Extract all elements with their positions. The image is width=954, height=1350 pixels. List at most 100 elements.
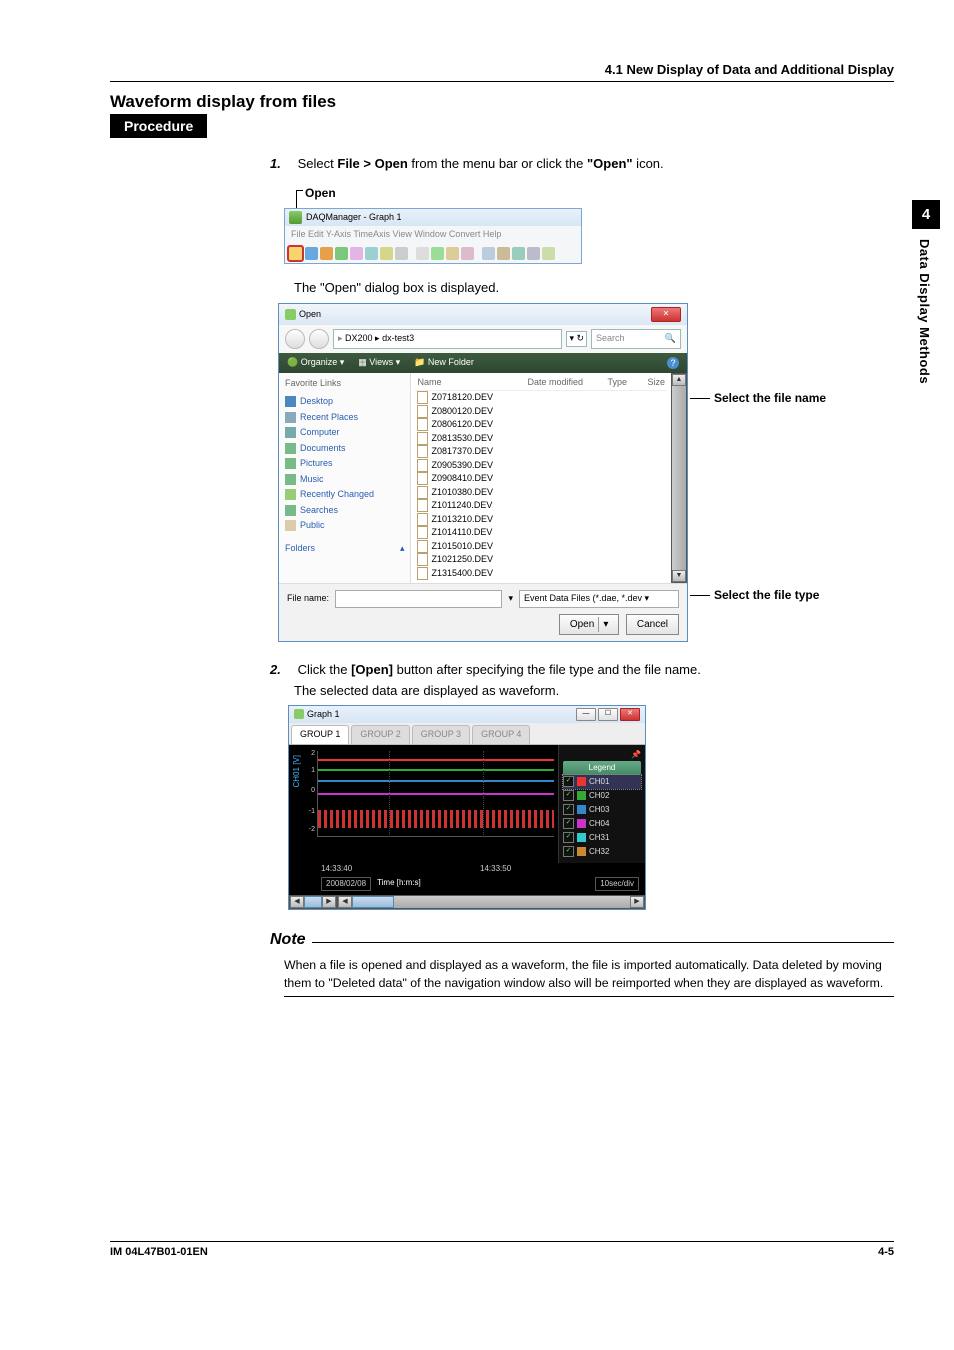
legend-item[interactable]: ✓CH04 — [563, 817, 641, 831]
file-item[interactable]: Z1015010.DEV — [415, 540, 667, 554]
legend-item[interactable]: ✓CH31 — [563, 831, 641, 845]
sidebar-item-pictures[interactable]: Pictures — [285, 456, 404, 472]
nav-fwd-icon[interactable] — [309, 329, 329, 349]
callout-select-filetype: Select the file type — [714, 586, 819, 604]
file-item[interactable]: Z0718120.DEV — [415, 391, 667, 405]
path-bar[interactable]: ▸ DX200 ▸ dx-test3 — [333, 329, 562, 349]
help-icon[interactable]: ? — [667, 357, 679, 369]
legend-item[interactable]: ✓CH32 — [563, 845, 641, 859]
file-item[interactable]: Z0806120.DEV — [415, 418, 667, 432]
sidebar-item-computer[interactable]: Computer — [285, 425, 404, 441]
checkbox-icon[interactable]: ✓ — [563, 818, 574, 829]
scrollbar-left[interactable]: ◀▶ — [289, 895, 337, 909]
views-menu[interactable]: ▦ Views ▾ — [358, 356, 400, 370]
scrollbar-main[interactable]: ◀▶ — [337, 895, 645, 909]
maximize-icon[interactable]: ☐ — [598, 708, 618, 721]
tab-group1[interactable]: GROUP 1 — [291, 725, 349, 744]
color-swatch — [577, 819, 586, 828]
file-list: Name Date modified Type Size Z0718120.DE… — [411, 373, 671, 583]
tab-group3[interactable]: GROUP 3 — [412, 725, 470, 744]
file-item[interactable]: Z1010380.DEV — [415, 486, 667, 500]
close-icon[interactable]: ✕ — [651, 307, 681, 322]
filename-input[interactable] — [335, 590, 502, 608]
callout-select-filename: Select the file name — [714, 389, 826, 407]
file-item[interactable]: Z1021250.DEV — [415, 553, 667, 567]
sidebar-item-recent[interactable]: Recent Places — [285, 410, 404, 426]
column-headers[interactable]: Name Date modified Type Size — [415, 375, 667, 392]
sidebar-item-public[interactable]: Public — [285, 518, 404, 534]
toolbar-icon[interactable] — [335, 247, 348, 260]
toolbar-icon[interactable] — [527, 247, 540, 260]
legend-pin-icon[interactable]: 📌 — [563, 749, 641, 761]
sidebar-item-music[interactable]: Music — [285, 472, 404, 488]
toolbar-icon[interactable] — [395, 247, 408, 260]
toolbar-icon[interactable] — [446, 247, 459, 260]
file-icon — [417, 486, 428, 499]
toolbar-icon[interactable] — [542, 247, 555, 260]
file-item[interactable]: Z1014110.DEV — [415, 526, 667, 540]
tab-group2[interactable]: GROUP 2 — [351, 725, 409, 744]
file-item[interactable]: Z0908410.DEV — [415, 472, 667, 486]
minimize-icon[interactable]: — — [576, 708, 596, 721]
filetype-select[interactable]: Event Data Files (*.dae, *.dev ▾ — [519, 590, 679, 608]
legend-item[interactable]: ✓CH01 — [563, 775, 641, 789]
dialog-title: Open — [299, 308, 321, 322]
toolbar-icon[interactable] — [365, 247, 378, 260]
checkbox-icon[interactable]: ✓ — [563, 832, 574, 843]
file-item[interactable]: Z0800120.DEV — [415, 405, 667, 419]
nav-back-icon[interactable] — [285, 329, 305, 349]
organize-menu[interactable]: 🟢 Organize ▾ — [287, 356, 344, 370]
graph-window: Graph 1 — ☐ ✕ GROUP 1 GROUP 2 GROUP 3 GR… — [288, 705, 646, 910]
file-item[interactable]: Z1011240.DEV — [415, 499, 667, 513]
toolbar-icon[interactable] — [350, 247, 363, 260]
tab-group4[interactable]: GROUP 4 — [472, 725, 530, 744]
open-icon[interactable] — [288, 246, 303, 261]
menu-bar[interactable]: File Edit Y-Axis TimeAxis View Window Co… — [285, 226, 581, 244]
checkbox-icon[interactable]: ✓ — [563, 776, 574, 787]
file-item[interactable]: Z1013210.DEV — [415, 513, 667, 527]
graph-icon — [294, 709, 304, 719]
sidebar-item-desktop[interactable]: Desktop — [285, 394, 404, 410]
legend-item[interactable]: ✓CH03 — [563, 803, 641, 817]
toolbar-icon[interactable] — [320, 247, 333, 260]
app-icon — [289, 211, 302, 224]
toolbar-icon[interactable] — [497, 247, 510, 260]
page-header: 4.1 New Display of Data and Additional D… — [110, 62, 894, 81]
sidebar-item-documents[interactable]: Documents — [285, 441, 404, 457]
color-swatch — [577, 777, 586, 786]
toolbar-icon[interactable] — [461, 247, 474, 260]
time-div-display: 10sec/div — [595, 877, 639, 891]
scrollbar-vertical[interactable]: ▲ ▼ — [671, 373, 687, 583]
file-icon — [417, 432, 428, 445]
new-folder-button[interactable]: 📁 New Folder — [414, 356, 474, 370]
scroll-up-icon[interactable]: ▲ — [672, 374, 686, 386]
toolbar-icon[interactable] — [380, 247, 393, 260]
sidebar-item-recently-changed[interactable]: Recently Changed — [285, 487, 404, 503]
cut-icon[interactable] — [416, 247, 429, 260]
refresh-icon[interactable] — [431, 247, 444, 260]
graph-title: Graph 1 — [307, 708, 340, 722]
open-callout-label: Open — [305, 184, 336, 202]
toolbar-icon[interactable] — [482, 247, 495, 260]
cancel-button[interactable]: Cancel — [626, 614, 679, 635]
scroll-down-icon[interactable]: ▼ — [672, 570, 686, 582]
checkbox-icon[interactable]: ✓ — [563, 846, 574, 857]
file-item[interactable]: Z1315400.DEV — [415, 567, 667, 581]
file-item[interactable]: Z0905390.DEV — [415, 459, 667, 473]
filename-label: File name: — [287, 592, 329, 606]
waveform-plot[interactable]: CH01 [V] 2 1 0 -1 -2 — [289, 745, 558, 857]
save-icon[interactable] — [305, 247, 318, 260]
checkbox-icon[interactable]: ✓ — [563, 790, 574, 801]
toolbar-icon[interactable] — [512, 247, 525, 260]
file-icon — [417, 567, 428, 580]
open-button[interactable]: Open▾ — [559, 614, 620, 635]
search-input[interactable]: Search🔍 — [591, 329, 681, 349]
file-icon — [417, 445, 428, 458]
checkbox-icon[interactable]: ✓ — [563, 804, 574, 815]
file-item[interactable]: Z0817370.DEV — [415, 445, 667, 459]
close-icon[interactable]: ✕ — [620, 708, 640, 721]
folders-toggle[interactable]: Folders▴ — [285, 542, 404, 556]
sidebar-item-searches[interactable]: Searches — [285, 503, 404, 519]
legend-item[interactable]: ✓CH02 — [563, 789, 641, 803]
file-item[interactable]: Z0813530.DEV — [415, 432, 667, 446]
